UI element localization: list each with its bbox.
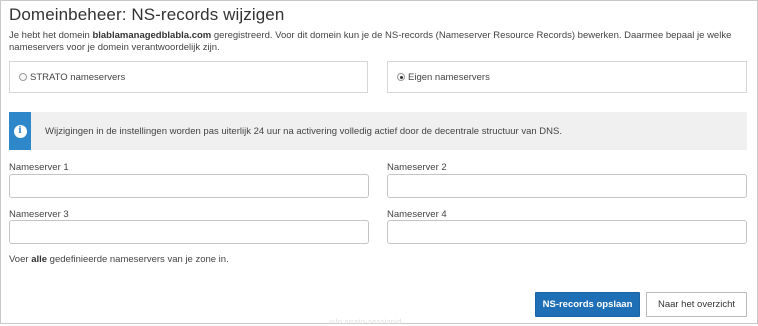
nameserver-1-input[interactable] xyxy=(9,174,369,198)
back-to-overview-button[interactable]: Naar het overzicht xyxy=(646,292,747,317)
nameserver-3-input[interactable] xyxy=(9,220,369,244)
intro-text: Je hebt het domein blablamanagedblabla.c… xyxy=(9,30,749,54)
dialog-frame: Domeinbeheer: NS-records wijzigen Je heb… xyxy=(0,0,758,326)
nameserver-4-label: Nameserver 4 xyxy=(387,209,447,220)
nameserver-4-input[interactable] xyxy=(387,220,747,244)
option-strato-nameservers[interactable]: STRATO nameservers xyxy=(9,61,368,93)
nameserver-2-label: Nameserver 2 xyxy=(387,162,447,173)
option-eigen-label: Eigen nameservers xyxy=(408,71,490,83)
domain-name: blablamanagedblabla.com xyxy=(92,30,212,41)
nameserver-hint: Voer alle gedefinieerde nameservers van … xyxy=(9,254,229,265)
nameserver-1-label: Nameserver 1 xyxy=(9,162,69,173)
info-text: Wijzigingen in de instellingen worden pa… xyxy=(45,125,562,137)
hint-suffix: gedefinieerde nameservers van je zone in… xyxy=(47,254,229,265)
info-icon-box: i xyxy=(9,112,31,150)
intro-prefix: Je hebt het domein xyxy=(9,30,93,41)
nameserver-3-label: Nameserver 3 xyxy=(9,209,69,220)
nameserver-2-input[interactable] xyxy=(387,174,747,198)
info-notice: i Wijzigingen in de instellingen worden … xyxy=(9,112,747,150)
hint-prefix: Voer xyxy=(9,254,32,265)
page-title: Domeinbeheer: NS-records wijzigen xyxy=(9,5,285,24)
option-eigen-nameservers[interactable]: Eigen nameservers xyxy=(387,61,747,93)
footer-faint-text: info.strato-sessionid xyxy=(329,319,402,326)
info-icon: i xyxy=(13,124,27,138)
radio-strato[interactable] xyxy=(19,73,27,81)
radio-eigen[interactable] xyxy=(397,73,405,81)
save-ns-records-button[interactable]: NS-records opslaan xyxy=(535,292,640,317)
hint-bold: alle xyxy=(31,254,48,265)
option-strato-label: STRATO nameservers xyxy=(30,71,126,83)
